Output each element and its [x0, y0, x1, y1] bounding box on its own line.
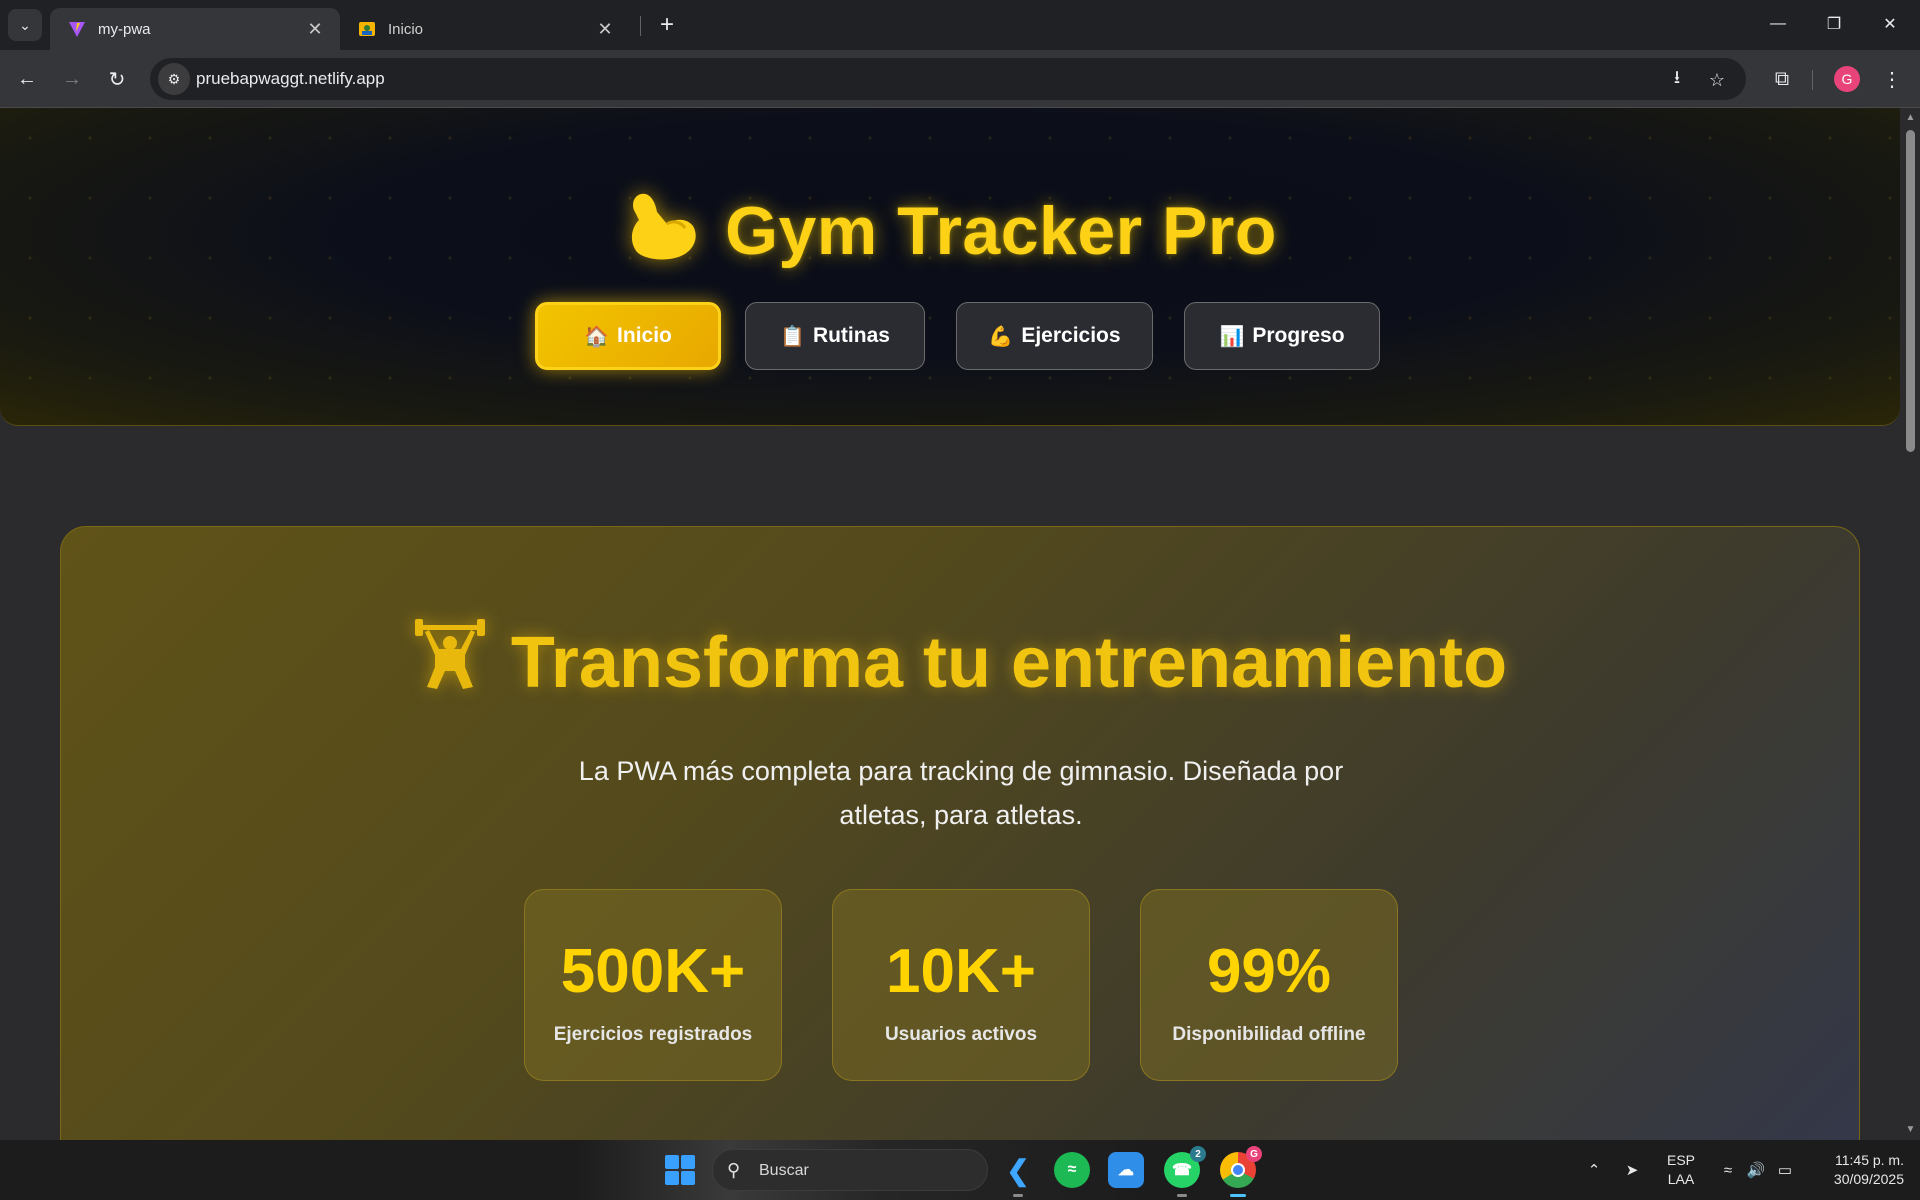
windows-start-icon[interactable] — [665, 1155, 695, 1185]
whatsapp-icon[interactable]: ☎ 2 — [1164, 1146, 1206, 1197]
page-scrollbar[interactable]: ▲ ▼ — [1901, 108, 1920, 1140]
windows-taskbar: ⚲ Buscar ❮ ≈ ☁ ☎ 2 G ⌃ ➤ ESP LAA ≈ 🔊 ▭ 1… — [0, 1140, 1920, 1200]
nav-rutinas[interactable]: 📋 Rutinas — [745, 302, 925, 370]
spotify-icon[interactable]: ≈ — [1054, 1152, 1090, 1188]
tab-search-button[interactable]: ⌄ — [8, 9, 42, 41]
app-title-text: Gym Tracker Pro — [725, 193, 1277, 269]
vite-favicon-icon — [69, 22, 85, 37]
location-arrow-icon[interactable]: ➤ — [1620, 1140, 1644, 1200]
nav-inicio[interactable]: 🏠 Inicio — [535, 302, 721, 370]
stat-value: 10K+ — [886, 937, 1036, 1006]
clock-date: 30/09/2025 — [1833, 1171, 1904, 1187]
browser-toolbar: ← → ↻ ⚙ pruebapwaggt.netlify.app ⭳ ☆ ⧉ G… — [0, 50, 1920, 108]
bar-chart-icon: 📊 — [1219, 325, 1245, 348]
keyboard-layout: LAA — [1667, 1171, 1695, 1187]
hero-card: Transforma tu entrenamiento La PWA más c… — [60, 526, 1860, 1140]
chrome-center-icon — [1231, 1163, 1245, 1177]
battery-icon[interactable]: ▭ — [1772, 1140, 1798, 1200]
icloud-icon[interactable]: ☁ — [1108, 1152, 1144, 1188]
image-favicon-icon — [359, 22, 375, 36]
profile-badge: G — [1246, 1146, 1262, 1162]
tab-title: Inicio — [388, 20, 424, 38]
close-tab-icon[interactable]: ✕ — [304, 18, 326, 40]
nav-label: Inicio — [617, 324, 672, 347]
stat-label: Ejercicios registrados — [553, 1024, 753, 1045]
close-tab-icon[interactable]: ✕ — [594, 18, 616, 40]
extensions-puzzle-icon[interactable]: ⧉ — [1766, 63, 1798, 95]
notification-badge: 2 — [1190, 1146, 1206, 1162]
house-icon: 🏠 — [584, 325, 610, 348]
address-url[interactable]: pruebapwaggt.netlify.app — [196, 69, 385, 89]
app-title: Gym Tracker Pro — [0, 190, 1900, 270]
wifi-icon[interactable]: ≈ — [1716, 1140, 1740, 1200]
stat-card: 500K+ Ejercicios registrados — [524, 889, 782, 1081]
chevron-down-icon: ⌄ — [19, 16, 31, 33]
scroll-down-arrow-icon[interactable]: ▼ — [1905, 1124, 1916, 1135]
browser-tab-active[interactable]: my-pwa ✕ — [50, 8, 340, 50]
new-tab-button[interactable]: + — [652, 10, 682, 40]
vscode-icon[interactable]: ❮ — [1000, 1152, 1036, 1197]
hero-title-text: Transforma tu entrenamiento — [510, 623, 1508, 703]
toolbar-separator — [1812, 70, 1813, 90]
stat-card: 10K+ Usuarios activos — [832, 889, 1090, 1081]
hero-subtitle: La PWA más completa para tracking de gim… — [578, 756, 1344, 830]
browser-tab-inactive[interactable]: Inicio ✕ — [340, 8, 630, 50]
input-language[interactable]: ESP LAA — [1660, 1151, 1702, 1189]
show-hidden-icons-chevron-icon[interactable]: ⌃ — [1582, 1140, 1606, 1200]
nav-ejercicios[interactable]: 💪 Ejercicios — [956, 302, 1153, 370]
minimize-button[interactable]: — — [1750, 0, 1806, 48]
stat-value: 500K+ — [560, 937, 746, 1006]
install-app-icon[interactable]: ⭳ — [1664, 67, 1690, 93]
app-header: Gym Tracker Pro 🏠 Inicio 📋 Rutinas 💪 Eje… — [0, 108, 1900, 426]
nav-label: Progreso — [1252, 324, 1345, 347]
search-icon: ⚲ — [727, 1160, 741, 1180]
stat-label: Usuarios activos — [884, 1024, 1038, 1045]
bookmark-star-icon[interactable]: ☆ — [1704, 67, 1730, 93]
scroll-up-arrow-icon[interactable]: ▲ — [1905, 112, 1916, 123]
browser-menu-icon[interactable]: ⋮ — [1876, 63, 1908, 95]
stat-value: 99% — [1206, 937, 1332, 1006]
hero-title: Transforma tu entrenamiento — [61, 619, 1861, 704]
volume-icon[interactable]: 🔊 — [1744, 1140, 1768, 1200]
page-viewport: Gym Tracker Pro 🏠 Inicio 📋 Rutinas 💪 Eje… — [0, 108, 1920, 1140]
flexed-biceps-icon — [632, 193, 696, 260]
restore-button[interactable]: ❐ — [1806, 0, 1862, 48]
profile-avatar[interactable]: G — [1834, 66, 1860, 92]
nav-label: Ejercicios — [1021, 324, 1121, 347]
address-bar[interactable]: ⚙ pruebapwaggt.netlify.app ⭳ ☆ — [150, 58, 1746, 100]
language-code: ESP — [1666, 1152, 1695, 1168]
flexed-biceps-icon: 💪 — [988, 325, 1014, 348]
site-settings-icon[interactable]: ⚙ — [158, 63, 190, 95]
tab-separator — [640, 16, 641, 36]
stat-card: 99% Disponibilidad offline — [1140, 889, 1398, 1081]
browser-tab-strip: ⌄ my-pwa ✕ Inicio ✕ + — ❐ ✕ — [0, 0, 1920, 50]
stat-label: Disponibilidad offline — [1172, 1024, 1366, 1045]
tab-title: my-pwa — [98, 20, 151, 38]
taskbar-search[interactable]: ⚲ Buscar — [712, 1149, 988, 1191]
taskbar-search-placeholder: Buscar — [759, 1162, 809, 1179]
clipboard-icon: 📋 — [780, 325, 805, 348]
back-arrow-icon[interactable]: ← — [11, 63, 43, 95]
system-clock[interactable]: 11:45 p. m. 30/09/2025 — [1808, 1151, 1904, 1189]
forward-arrow-icon[interactable]: → — [56, 63, 88, 95]
scrollbar-thumb[interactable] — [1906, 130, 1915, 452]
clock-time: 11:45 p. m. — [1834, 1152, 1904, 1168]
chrome-icon[interactable]: G — [1220, 1146, 1262, 1197]
nav-label: Rutinas — [812, 324, 890, 347]
weightlifter-icon — [414, 619, 485, 689]
nav-progreso[interactable]: 📊 Progreso — [1184, 302, 1380, 370]
reload-icon[interactable]: ↻ — [101, 63, 133, 95]
close-window-button[interactable]: ✕ — [1862, 0, 1918, 48]
